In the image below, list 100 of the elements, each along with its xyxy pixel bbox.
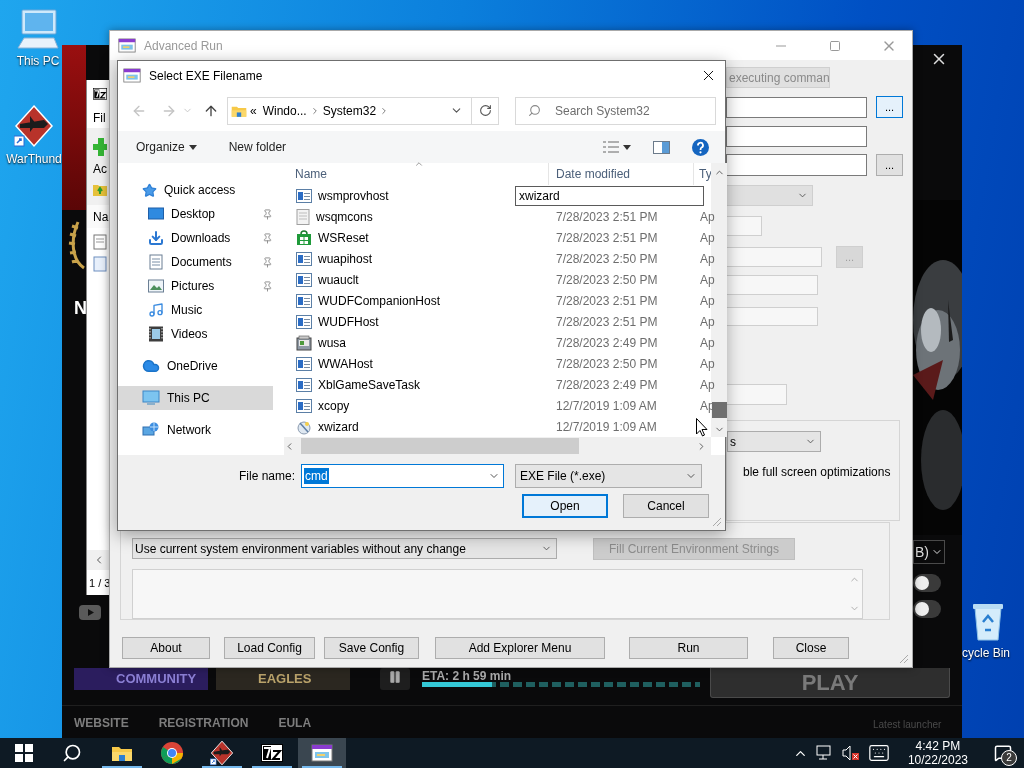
video-play-icon[interactable] <box>79 605 101 620</box>
film-icon <box>148 326 164 342</box>
new-folder-button[interactable]: New folder <box>224 140 291 154</box>
file-name[interactable]: wusa <box>318 335 346 350</box>
environment-dropdown[interactable]: Use current system environment variables without any change <box>132 538 557 559</box>
toggle-switch[interactable] <box>913 574 941 592</box>
nav-item[interactable]: OneDrive <box>118 354 273 378</box>
action-button[interactable]: Run <box>629 637 748 659</box>
file-name[interactable]: xcopy <box>318 398 350 413</box>
toggle-switch[interactable] <box>913 600 941 618</box>
action-button[interactable]: About <box>122 637 210 659</box>
column-header[interactable]: Date modified <box>549 163 694 186</box>
action-button[interactable]: Close <box>773 637 849 659</box>
muted-speaker-icon[interactable] <box>841 745 860 761</box>
file-date: 7/28/2023 2:51 PM <box>555 231 659 246</box>
jet-icon[interactable] <box>14 104 54 148</box>
file-name[interactable]: XblGameSaveTask <box>318 377 421 392</box>
nav-item[interactable]: Desktop <box>118 202 273 226</box>
file-name[interactable]: WSReset <box>318 231 369 246</box>
file-type: Ap <box>699 231 716 246</box>
file-name-field[interactable]: cmd <box>301 464 504 488</box>
file-name[interactable]: wsqmcons <box>316 210 373 225</box>
file-type: Ap <box>699 335 716 350</box>
squadron-tile[interactable]: EAGLES <box>216 668 350 690</box>
picture-icon <box>148 278 164 294</box>
pin-icon <box>262 208 273 220</box>
file-name[interactable]: WWAHost <box>318 356 373 371</box>
address-bar[interactable]: « Windo... System32 <box>227 96 499 125</box>
browse-button[interactable]: ... <box>876 96 903 118</box>
file-type: Ap <box>699 210 716 225</box>
taskbar-app[interactable] <box>298 738 346 768</box>
options-dropdown[interactable]: B) <box>913 540 945 564</box>
app-window-icon <box>296 294 312 308</box>
footer-link[interactable]: WEBSITE <box>74 716 129 730</box>
computer-icon[interactable] <box>16 8 60 50</box>
text-field[interactable] <box>726 126 867 147</box>
resize-grip-icon[interactable] <box>712 517 722 527</box>
app-window-icon <box>296 189 312 204</box>
footer-link[interactable]: REGISTRATION <box>158 716 249 730</box>
file-name[interactable]: wuapihost <box>318 252 373 267</box>
column-header[interactable]: Ty <box>694 163 711 186</box>
clock[interactable]: 4:42 PM 10/22/2023 <box>907 739 968 767</box>
app-window-icon <box>311 744 333 762</box>
file-date: 7/28/2023 2:50 PM <box>555 273 659 288</box>
caret-icon <box>188 144 197 150</box>
nav-item[interactable]: This PC <box>118 386 273 410</box>
file-name[interactable]: xwizard <box>318 419 359 434</box>
breadcrumb[interactable]: System32 <box>319 103 380 118</box>
nav-item[interactable]: Downloads <box>118 226 273 250</box>
horizontal-scrollbar[interactable] <box>284 437 711 455</box>
rename-field[interactable]: xwizard <box>515 186 704 206</box>
nav-item[interactable]: Documents <box>118 250 273 274</box>
path-overflow[interactable]: « <box>247 103 260 118</box>
resize-grip-icon[interactable] <box>899 654 909 664</box>
menu-item[interactable]: Fil <box>93 111 109 125</box>
maximize-icon <box>829 39 841 52</box>
nav-item[interactable]: Pictures <box>118 274 273 298</box>
footer-link[interactable]: EULA <box>278 716 312 730</box>
file-name[interactable]: wuauclt <box>318 273 359 288</box>
text-field[interactable] <box>726 96 867 118</box>
breadcrumb[interactable]: Windo... <box>259 103 310 118</box>
checkbox-label[interactable]: ble full screen optimizations <box>743 465 899 479</box>
file-name[interactable]: WUDFHost <box>318 314 379 329</box>
laurel-icon <box>68 220 86 270</box>
desktop-icon-label[interactable]: cycle Bin <box>962 646 1011 660</box>
dialog-button[interactable]: Open <box>522 494 608 518</box>
folder-icon <box>111 744 133 762</box>
plus-icon[interactable] <box>93 137 107 156</box>
notifications-button[interactable]: 2 <box>986 738 1020 768</box>
toolbar-label[interactable]: Ac <box>93 161 109 176</box>
nav-item[interactable]: Music <box>118 298 273 322</box>
network-icon <box>142 422 160 438</box>
nav-item[interactable]: Videos <box>118 322 273 346</box>
action-button[interactable]: Add Explorer Menu <box>435 637 605 659</box>
scrollbar-thumb[interactable] <box>711 402 727 418</box>
community-tile[interactable]: COMMUNITY <box>74 668 208 690</box>
file-type: Ap <box>699 356 716 371</box>
pause-button[interactable] <box>380 668 410 690</box>
organize-button[interactable]: Organize <box>132 140 201 154</box>
dropdown[interactable]: s <box>727 431 821 452</box>
app-window-icon <box>296 273 312 288</box>
download-eta: ETA: 2 h 59 min <box>422 669 512 683</box>
search-field[interactable]: Search System32 <box>515 96 716 125</box>
column-header[interactable]: Name <box>284 163 549 186</box>
preview-pane-icon <box>653 140 670 154</box>
browse-button[interactable]: ... <box>876 154 903 176</box>
nav-item[interactable]: Network <box>118 418 273 442</box>
action-button[interactable]: Load Config <box>224 637 315 659</box>
keyboard-icon[interactable] <box>867 742 890 764</box>
dialog-button[interactable]: Cancel <box>623 494 709 518</box>
text-field[interactable] <box>726 154 867 176</box>
file-name[interactable]: wsmprovhost <box>318 189 389 204</box>
action-button[interactable]: Save Config <box>324 637 419 659</box>
network-icon[interactable] <box>815 745 834 761</box>
file-type: Ap <box>699 294 716 308</box>
help-icon <box>692 138 709 156</box>
installer-icon <box>296 334 312 351</box>
nav-item[interactable]: Quick access <box>118 178 273 202</box>
file-name[interactable]: WUDFCompanionHost <box>318 294 441 308</box>
file-type-dropdown[interactable]: EXE File (*.exe) <box>515 464 702 488</box>
